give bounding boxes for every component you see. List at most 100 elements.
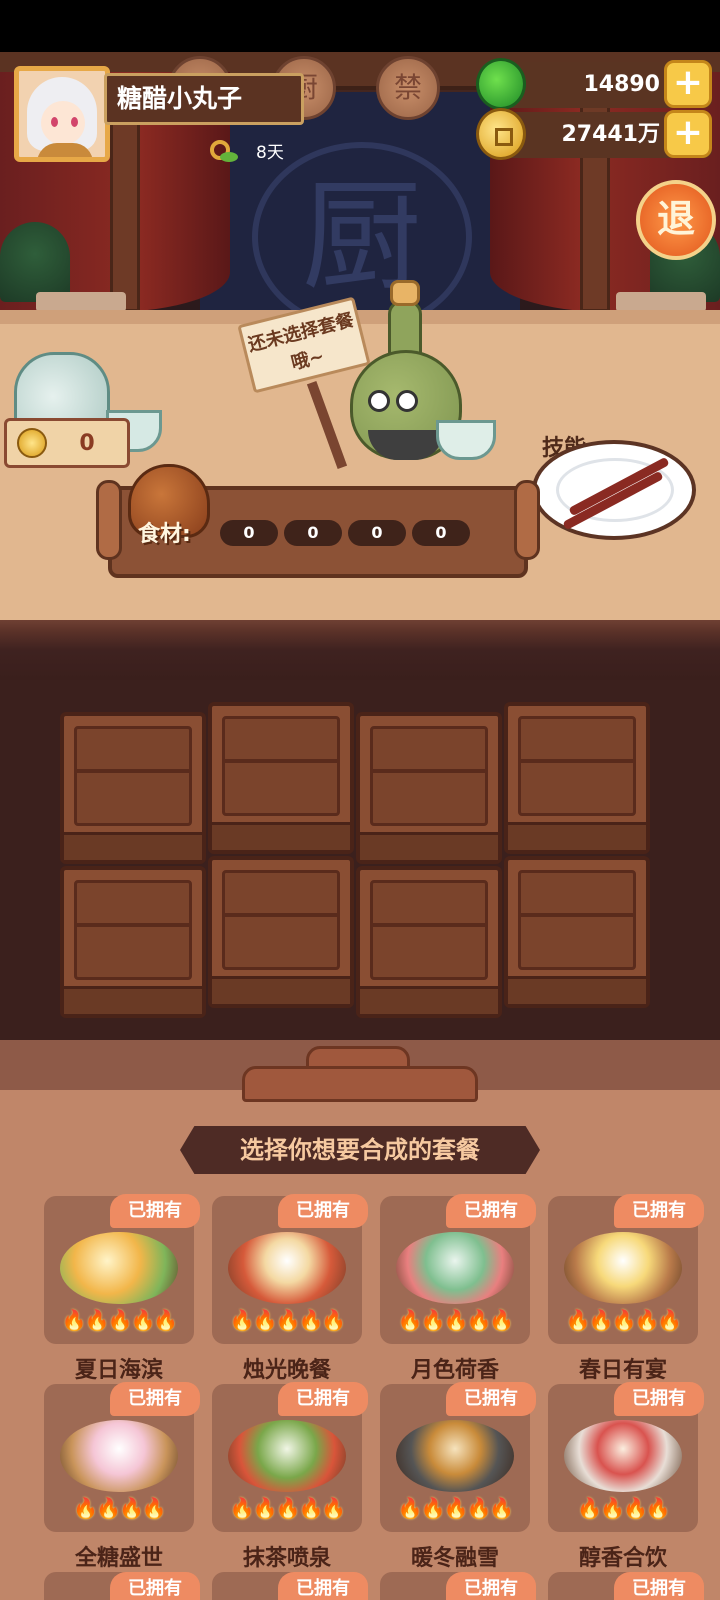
crate-slot[interactable] xyxy=(208,702,354,854)
meal-card-5[interactable]: 已拥有 🔥🔥🔥🔥 全糖盛世 xyxy=(44,1382,200,1584)
owned-badge: 已拥有 xyxy=(614,1194,704,1228)
plant-left xyxy=(0,222,70,302)
crate-lip xyxy=(212,976,350,1004)
jade-icon xyxy=(476,58,526,110)
meal-name: 春日有宴 xyxy=(578,1358,667,1383)
meal-card-11[interactable]: 已拥有 xyxy=(380,1572,536,1600)
panel-handle[interactable] xyxy=(242,1066,478,1102)
meal-image xyxy=(564,1232,682,1304)
tea-cup-icon xyxy=(436,420,496,460)
jade-currency: 14890 + xyxy=(476,58,712,110)
meal-name: 抹茶喷泉 xyxy=(242,1546,331,1571)
owned-badge: 已拥有 xyxy=(110,1572,200,1600)
ingredient-count-4: 0 xyxy=(412,520,470,546)
pot-right xyxy=(616,292,706,310)
crate-lip xyxy=(360,986,498,1014)
meal-name: 全糖盛世 xyxy=(74,1546,163,1571)
crate-slot[interactable] xyxy=(356,866,502,1018)
flame-rating: 🔥🔥🔥🔥 xyxy=(577,1496,671,1520)
add-jade-button[interactable]: + xyxy=(664,60,712,108)
board-scroll-left xyxy=(96,480,122,560)
crate-lip xyxy=(64,986,202,1014)
player-name: 糖醋小丸子 xyxy=(104,73,304,125)
meal-image xyxy=(396,1232,514,1304)
meal-name: 夏日海滨 xyxy=(74,1358,163,1383)
panel-title: 选择你想要合成的套餐 xyxy=(180,1126,540,1174)
days-count: 8天 xyxy=(256,143,284,163)
coin-icon xyxy=(476,108,526,160)
crate-interior xyxy=(222,716,340,816)
crate-interior xyxy=(518,870,636,970)
status-bar xyxy=(0,0,720,52)
meal-name: 月色荷香 xyxy=(410,1358,499,1383)
owned-badge: 已拥有 xyxy=(446,1572,536,1600)
meal-name: 烛光晚餐 xyxy=(242,1358,331,1383)
coin-amount: 27441万 xyxy=(561,122,660,147)
crate-slot[interactable] xyxy=(356,712,502,864)
avatar-body xyxy=(37,143,93,157)
avatar-eye-right xyxy=(71,117,78,127)
crate-lip xyxy=(64,832,202,860)
board-scroll-right xyxy=(514,480,540,560)
owned-badge: 已拥有 xyxy=(278,1382,368,1416)
gourd-eye-left xyxy=(368,390,390,412)
owned-badge: 已拥有 xyxy=(278,1194,368,1228)
gourd-cork xyxy=(390,280,420,306)
owned-badge: 已拥有 xyxy=(446,1382,536,1416)
skill-plate[interactable] xyxy=(532,440,696,540)
meal-card-12[interactable]: 已拥有 xyxy=(548,1572,704,1600)
days-indicator: 8天 xyxy=(210,138,284,168)
owned-badge: 已拥有 xyxy=(614,1382,704,1416)
meal-name: 暖冬融雪 xyxy=(410,1546,499,1571)
pot-left xyxy=(36,292,126,310)
ingredient-count-1: 0 xyxy=(220,520,278,546)
flame-rating: 🔥🔥🔥🔥🔥 xyxy=(397,1496,515,1520)
owned-badge: 已拥有 xyxy=(614,1572,704,1600)
meal-card-6[interactable]: 已拥有 🔥🔥🔥🔥🔥 抹茶喷泉 xyxy=(212,1382,368,1584)
exit-button[interactable]: 退 xyxy=(636,180,716,260)
jade-amount: 14890 xyxy=(583,72,660,97)
meal-image xyxy=(60,1420,178,1492)
crate-slot[interactable] xyxy=(504,702,650,854)
crate-lip xyxy=(508,976,646,1004)
add-coin-button[interactable]: + xyxy=(664,110,712,158)
coin-currency: 27441万 + xyxy=(476,108,712,160)
meal-image xyxy=(396,1420,514,1492)
flame-rating: 🔥🔥🔥🔥🔥 xyxy=(565,1308,683,1332)
ingredient-count-3: 0 xyxy=(348,520,406,546)
meal-card-2[interactable]: 已拥有 🔥🔥🔥🔥🔥 烛光晚餐 xyxy=(212,1194,368,1396)
meal-card-7[interactable]: 已拥有 🔥🔥🔥🔥🔥 暖冬融雪 xyxy=(380,1382,536,1584)
crate-slot[interactable] xyxy=(504,856,650,1008)
crate-slot[interactable] xyxy=(60,712,206,864)
meal-card-4[interactable]: 已拥有 🔥🔥🔥🔥🔥 春日有宴 xyxy=(548,1194,704,1396)
crate-interior xyxy=(74,880,192,980)
wine-price-tag: 0 xyxy=(4,418,130,468)
meal-card-8[interactable]: 已拥有 🔥🔥🔥🔥 醇香合饮 xyxy=(548,1382,704,1584)
plaque-3: 禁 xyxy=(376,56,440,120)
crate-lip xyxy=(212,822,350,850)
meal-card-10[interactable]: 已拥有 xyxy=(212,1572,368,1600)
wine-price-value: 0 xyxy=(79,430,95,456)
meal-card-3[interactable]: 已拥有 🔥🔥🔥🔥🔥 月色荷香 xyxy=(380,1194,536,1396)
player-avatar[interactable] xyxy=(14,66,110,162)
meal-card-1[interactable]: 已拥有 🔥🔥🔥🔥🔥 夏日海滨 xyxy=(44,1194,200,1396)
flame-rating: 🔥🔥🔥🔥 xyxy=(73,1496,167,1520)
meal-image xyxy=(228,1232,346,1304)
crate-lip xyxy=(360,832,498,860)
owned-badge: 已拥有 xyxy=(278,1572,368,1600)
gourd-eye-right xyxy=(396,390,418,412)
owned-badge: 已拥有 xyxy=(110,1194,200,1228)
ingredient-count-2: 0 xyxy=(284,520,342,546)
crate-interior xyxy=(370,726,488,826)
crate-interior xyxy=(222,870,340,970)
meal-card-9[interactable]: 已拥有 xyxy=(44,1572,200,1600)
crate-slot[interactable] xyxy=(208,856,354,1008)
flame-rating: 🔥🔥🔥🔥🔥 xyxy=(229,1496,347,1520)
owned-badge: 已拥有 xyxy=(446,1194,536,1228)
avatar-eye-left xyxy=(51,117,58,127)
meal-name: 醇香合饮 xyxy=(578,1546,667,1571)
flame-rating: 🔥🔥🔥🔥🔥 xyxy=(397,1308,515,1332)
crate-interior xyxy=(370,880,488,980)
crate-slot[interactable] xyxy=(60,866,206,1018)
key-icon xyxy=(210,140,246,166)
